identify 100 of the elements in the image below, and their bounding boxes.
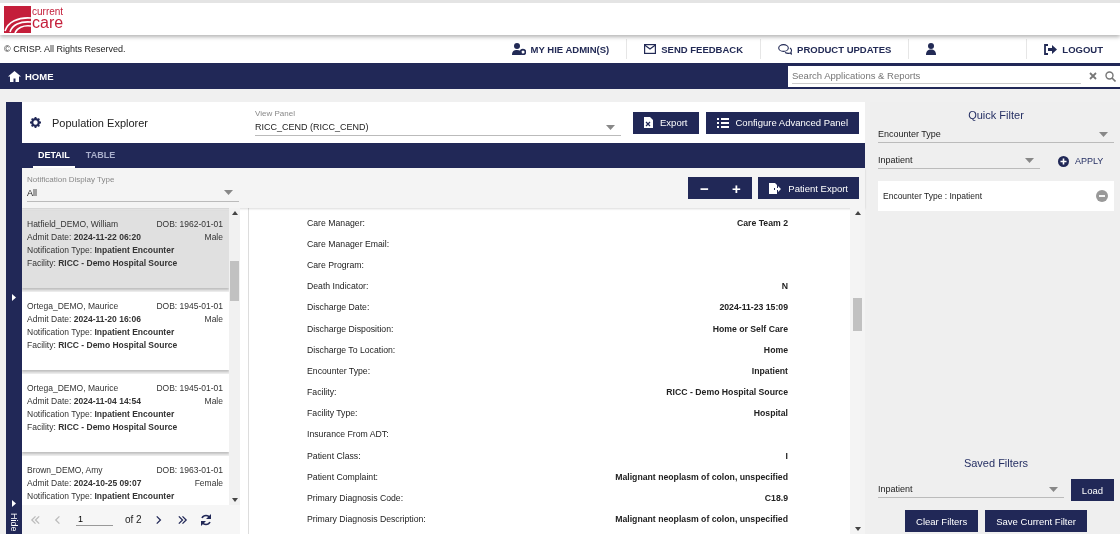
double-right-chevron-icon[interactable] bbox=[176, 514, 188, 525]
logout-icon bbox=[1044, 43, 1058, 55]
saved-filter-select[interactable]: Inpatient bbox=[878, 482, 1064, 498]
clear-icon[interactable] bbox=[1089, 72, 1097, 80]
filter-action-button[interactable]: Clear Filters bbox=[905, 510, 979, 532]
user-gear-icon bbox=[511, 43, 526, 55]
scrollbar[interactable] bbox=[229, 208, 240, 505]
configure-button[interactable]: Configure Advanced Panel bbox=[705, 111, 859, 134]
envelope-icon bbox=[644, 44, 657, 54]
patient-card[interactable]: Ortega_DEMO, Maurice DOB: 1945-01-01 Admit Date: 2024-11-04 14:54 Male Notification Type: Inpatient Encounter Facility: RICC - Demo Hospital Source bbox=[22, 374, 229, 452]
search-field[interactable]: Search Applications & Reports bbox=[788, 65, 1120, 87]
expand-arrow-icon[interactable] bbox=[12, 500, 16, 508]
search-icon[interactable] bbox=[1105, 70, 1116, 82]
spreadsheet-file-icon bbox=[644, 117, 654, 128]
admit-date: Admit Date: 2024-11-20 16:06 bbox=[27, 314, 141, 324]
scroll-thumb[interactable] bbox=[230, 261, 239, 301]
patient-dob: DOB: 1963-01-01 bbox=[156, 465, 223, 475]
page-count: of 2 bbox=[125, 514, 142, 525]
patient-gender: Male bbox=[204, 314, 223, 324]
refresh-icon[interactable] bbox=[199, 513, 212, 526]
logo-text: current bbox=[32, 7, 64, 17]
patient-card[interactable]: Hatfield_DEMO, William DOB: 1962-01-01 Admit Date: 2024-11-22 06:20 Male Notification Type: Inpatient Encounter Facility: RICC - Demo Hospital Source bbox=[22, 210, 229, 288]
filter-chip-text: Encounter Type : Inpatient bbox=[883, 191, 983, 201]
home-icon bbox=[8, 70, 21, 82]
detail-label: Primary Diagnosis Code: bbox=[307, 493, 405, 504]
scroll-down-icon[interactable] bbox=[231, 498, 238, 502]
patient-gender: Male bbox=[204, 232, 223, 242]
detail-value: Home or Self Care bbox=[711, 323, 788, 334]
filter-field-select[interactable]: Encounter Type bbox=[878, 127, 1114, 143]
display-type-select[interactable]: All bbox=[27, 185, 239, 202]
page-input[interactable]: 1 bbox=[76, 513, 113, 526]
detail-label: Care Manager Email: bbox=[307, 238, 391, 249]
patient-name: Hatfield_DEMO, William bbox=[27, 219, 119, 229]
expand-arrow-icon[interactable] bbox=[12, 294, 16, 301]
scroll-thumb[interactable] bbox=[853, 298, 862, 331]
detail-value: Malignant neoplasm of colon, unspecified bbox=[614, 471, 788, 482]
hide-toggle[interactable]: Hide bbox=[9, 513, 19, 534]
detail-value: C18.9 bbox=[763, 493, 788, 504]
admit-date: Admit Date: 2024-11-22 06:20 bbox=[27, 232, 141, 242]
zoom-button[interactable]: − bbox=[688, 177, 721, 199]
nav-link[interactable]: SEND FEEDBACK bbox=[626, 39, 761, 59]
tab[interactable]: TABLE bbox=[80, 150, 121, 168]
remove-icon[interactable] bbox=[1096, 190, 1108, 202]
caret-icon bbox=[1025, 157, 1034, 163]
detail-label: Care Manager: bbox=[307, 217, 366, 228]
detail-label: Facility Type: bbox=[307, 408, 359, 419]
notification-type: Notification Type: Inpatient Encounter bbox=[27, 409, 175, 419]
patient-card[interactable]: Ortega_DEMO, Maurice DOB: 1945-01-01 Admit Date: 2024-11-20 16:06 Male Notification Type: Inpatient Encounter Facility: RICC - Demo Hospital Source bbox=[22, 292, 229, 370]
scroll-up-icon[interactable] bbox=[231, 211, 238, 215]
filter-action-button[interactable]: Save Current Filter bbox=[985, 510, 1087, 532]
facility-text: Facility: RICC - Demo Hospital Source bbox=[27, 340, 178, 350]
apply-button[interactable]: APPLY bbox=[1058, 155, 1104, 167]
caret-icon bbox=[224, 190, 233, 195]
settings-icon[interactable] bbox=[30, 117, 41, 128]
detail-label: Death Indicator: bbox=[307, 281, 370, 292]
detail-value: 2024-11-23 15:09 bbox=[718, 302, 788, 313]
nav-link[interactable]: LOGOUT bbox=[1026, 39, 1120, 59]
detail-label: Patient Complaint: bbox=[307, 471, 379, 482]
detail-label: Primary Diagnosis Description: bbox=[307, 514, 427, 525]
quick-filter-title: Quick Filter bbox=[967, 109, 1025, 121]
detail-label: Discharge Date: bbox=[307, 302, 371, 313]
filter-value-select[interactable]: Inpatient bbox=[878, 153, 1040, 169]
field-label: Notification Display Type bbox=[27, 174, 116, 184]
detail-label: Insurance From ADT: bbox=[307, 429, 390, 440]
detail-label: Facility: bbox=[307, 387, 338, 398]
detail-label: Discharge To Location: bbox=[307, 344, 397, 355]
patient-name: Ortega_DEMO, Maurice bbox=[27, 383, 119, 393]
notification-type: Notification Type: Inpatient Encounter bbox=[27, 491, 175, 501]
home-link[interactable]: HOME bbox=[8, 70, 54, 82]
detail-value: Home bbox=[762, 344, 788, 355]
patient-export-button[interactable]: Patient Export bbox=[758, 177, 859, 199]
field-label: View Panel bbox=[255, 109, 296, 118]
facility-text: Facility: RICC - Demo Hospital Source bbox=[27, 258, 178, 268]
logo-text: care bbox=[32, 16, 64, 31]
patient-dob: DOB: 1962-01-01 bbox=[156, 219, 223, 229]
zoom-button[interactable]: + bbox=[720, 177, 753, 199]
view-panel-select[interactable]: RICC_CEND (RICC_CEND) bbox=[255, 120, 622, 136]
detail-label: Patient Class: bbox=[307, 450, 362, 461]
detail-label: Encounter Type: bbox=[307, 365, 372, 376]
patient-name: Ortega_DEMO, Maurice bbox=[27, 301, 119, 311]
nav-link[interactable]: MY HIE ADMIN(S) bbox=[494, 39, 627, 59]
scrollbar[interactable] bbox=[850, 208, 865, 534]
detail-value: Hospital bbox=[752, 408, 788, 419]
nav-link[interactable]: PRODUCT UPDATES bbox=[760, 39, 909, 59]
chat-icon bbox=[778, 43, 793, 55]
scroll-down-icon[interactable] bbox=[854, 527, 861, 531]
patient-name: Brown_DEMO, Amy bbox=[27, 465, 103, 475]
scroll-up-icon[interactable] bbox=[854, 211, 861, 215]
detail-value: N bbox=[780, 281, 788, 292]
plus-circle-icon bbox=[1058, 155, 1069, 167]
load-button[interactable]: Load bbox=[1070, 479, 1114, 501]
user-icon bbox=[926, 43, 937, 55]
detail-value: Malignant neoplasm of colon, unspecified bbox=[614, 514, 788, 525]
export-button[interactable]: Export bbox=[633, 111, 699, 134]
saved-filters-title: Saved Filters bbox=[962, 457, 1030, 469]
patient-gender: Male bbox=[204, 396, 223, 406]
facility-text: Facility: RICC - Demo Hospital Source bbox=[27, 422, 178, 432]
patient-card[interactable]: Brown_DEMO, Amy DOB: 1963-01-01 Admit Date: 2024-10-25 09:07 Female Notification Type: Inpatient Encounter bbox=[22, 456, 229, 505]
detail-value: RICC - Demo Hospital Source bbox=[665, 387, 788, 398]
module-title: Population Explorer bbox=[52, 116, 148, 129]
